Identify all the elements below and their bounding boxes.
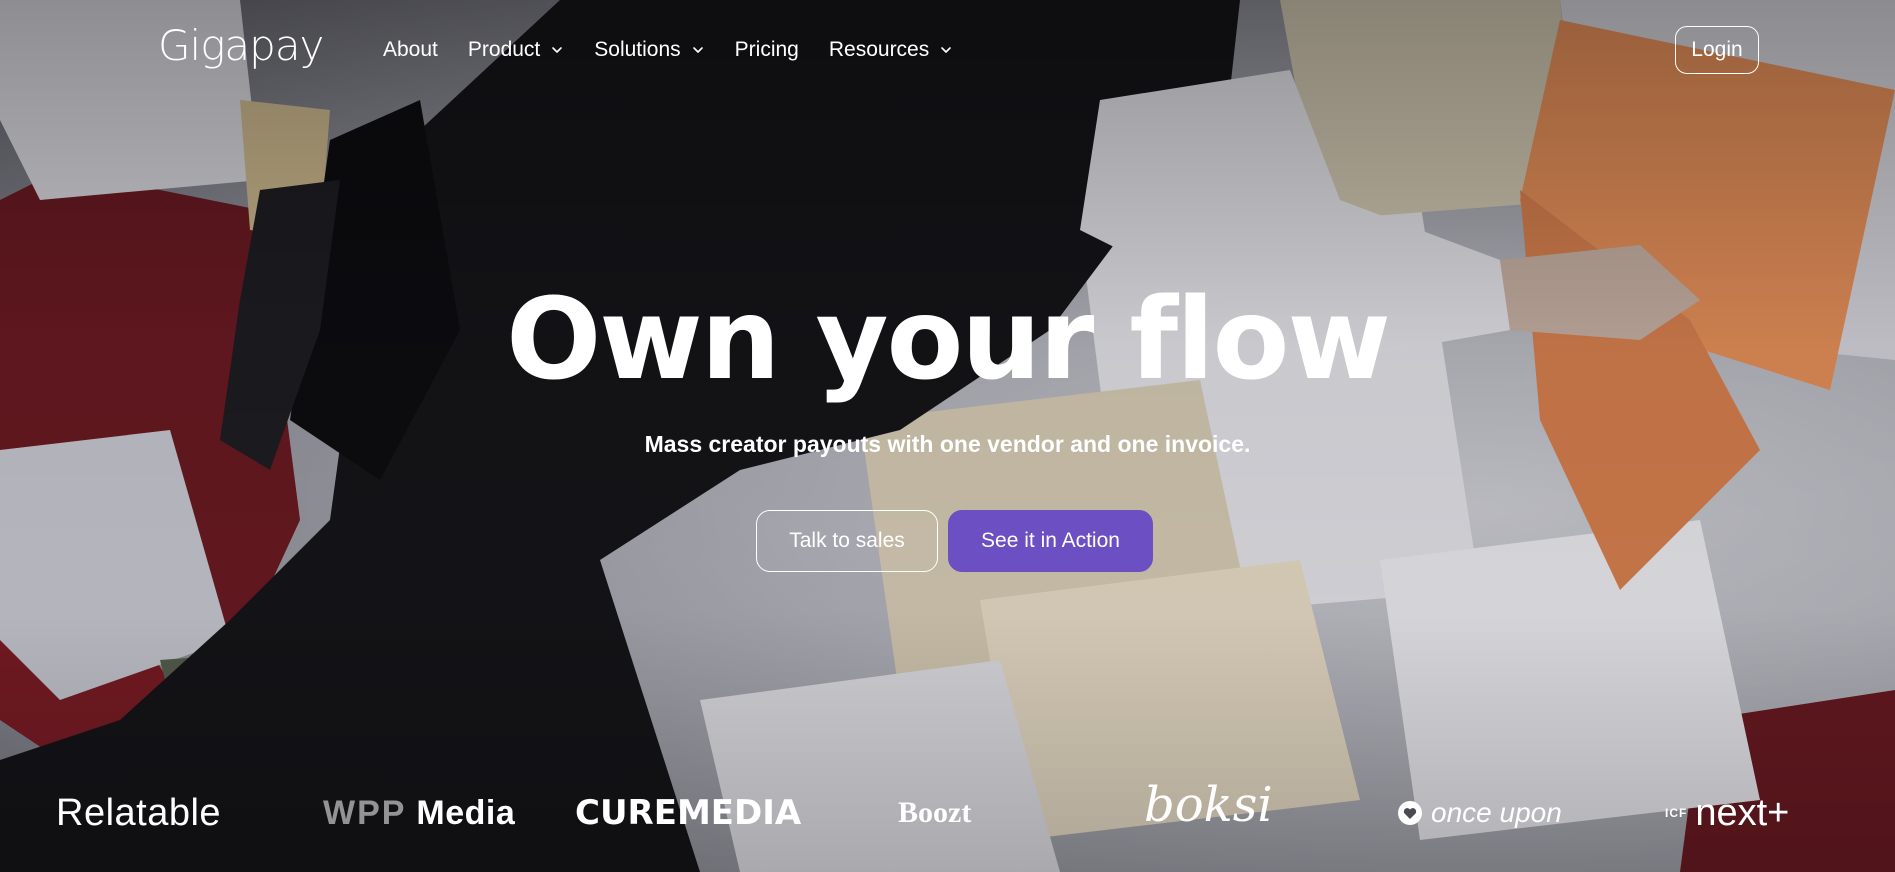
icf-next-logo: ICF next + (1665, 789, 1789, 837)
nav-item-about[interactable]: About (383, 38, 438, 62)
nav-item-product[interactable]: Product (468, 38, 564, 62)
hero-title: Own your flow (506, 275, 1391, 405)
chevron-down-icon (941, 47, 952, 53)
boozt-logo: Boozt (898, 796, 972, 829)
login-button[interactable]: Login (1675, 26, 1759, 74)
relatable-logo: Relatable (56, 792, 222, 834)
chevron-down-icon (552, 47, 563, 53)
nav-item-label: About (383, 38, 438, 61)
nav-item-resources[interactable]: Resources (829, 38, 953, 62)
main-nav: About Product Solutions Pricing Resource… (383, 34, 983, 66)
nav-item-label: Product (467, 38, 541, 61)
nav-item-label: Resources (828, 38, 930, 61)
gigapay-logo[interactable]: Gigapay (158, 18, 324, 74)
nav-item-pricing[interactable]: Pricing (735, 38, 799, 62)
boksi-logo: boksi (1144, 777, 1273, 833)
hero-subtitle: Mass creator payouts with one vendor and… (644, 431, 1251, 457)
wpp-logo-prefix: WPP (323, 794, 407, 832)
nav-item-label: Solutions (594, 38, 681, 61)
customer-logo-strip: Relatable WPP Media CUREMEDIA Boozt boks… (0, 775, 1895, 855)
nav-item-label: Pricing (734, 38, 799, 61)
wpp-logo-suffix: Media (416, 794, 516, 832)
see-it-in-action-button[interactable]: See it in Action (948, 510, 1153, 572)
heart-icon (1398, 801, 1422, 825)
once-upon-logo: once upon (1397, 789, 1562, 837)
icf-logo-prefix: ICF (1665, 806, 1688, 820)
chevron-down-icon (692, 47, 703, 53)
nav-item-solutions[interactable]: Solutions (594, 38, 704, 62)
wpp-media-logo: WPP Media (323, 789, 515, 837)
curemedia-logo: CUREMEDIA (575, 793, 802, 833)
site-header: Gigapay About Product Solutions Pricing … (0, 0, 1895, 100)
once-upon-logo-text: once upon (1431, 797, 1562, 828)
hero-cta-group: Talk to sales See it in Action (0, 510, 1895, 572)
plus-icon: + (1767, 792, 1790, 834)
icf-logo-suffix: next (1695, 792, 1768, 834)
talk-to-sales-button[interactable]: Talk to sales (756, 510, 938, 572)
